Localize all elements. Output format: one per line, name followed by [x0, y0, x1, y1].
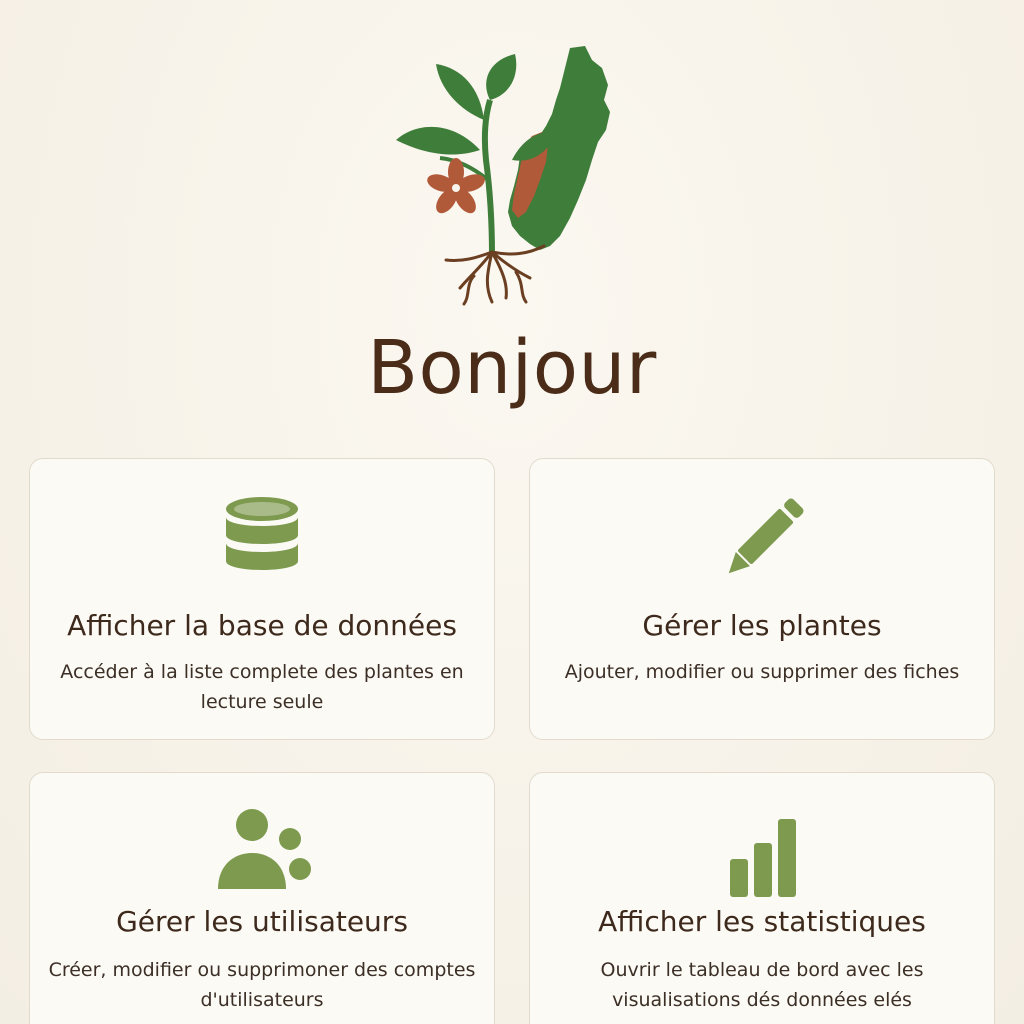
card-title: Afficher les statistiques: [598, 905, 926, 938]
card-description: Ajouter, modifier ou supprimer des fiche…: [564, 661, 960, 683]
view-database-card[interactable]: Afficher la base de données Accéder à la…: [29, 458, 495, 740]
manage-plants-card[interactable]: Gérer les plantes Ajouter, modifier ou s…: [529, 458, 995, 740]
view-statistics-card[interactable]: Afficher les statistiques Ouvrir le tabl…: [529, 772, 995, 1024]
card-description: Ouvrir le tableau de bord avec les visua…: [600, 959, 924, 1011]
manage-users-card[interactable]: Gérer les utilisateurs Créer, modifier o…: [29, 772, 495, 1024]
card-description: Créer, modifier ou supprimoner des compt…: [48, 959, 476, 1011]
database-icon: [226, 497, 298, 570]
card-title: Afficher la base de données: [67, 609, 457, 642]
pencil-icon: [728, 498, 804, 574]
card-description: Accéder à la liste complete des plantes …: [60, 661, 464, 713]
bar-chart-icon: [730, 819, 796, 897]
card-title: Gérer les plantes: [642, 609, 882, 642]
home-page: Bonjour Afficher la base de données Accé…: [0, 0, 1024, 1024]
page-title: Bonjour: [367, 325, 657, 411]
plant-madagascar-logo: [396, 46, 610, 306]
users-icon: [218, 809, 311, 889]
card-title: Gérer les utilisateurs: [116, 905, 408, 938]
